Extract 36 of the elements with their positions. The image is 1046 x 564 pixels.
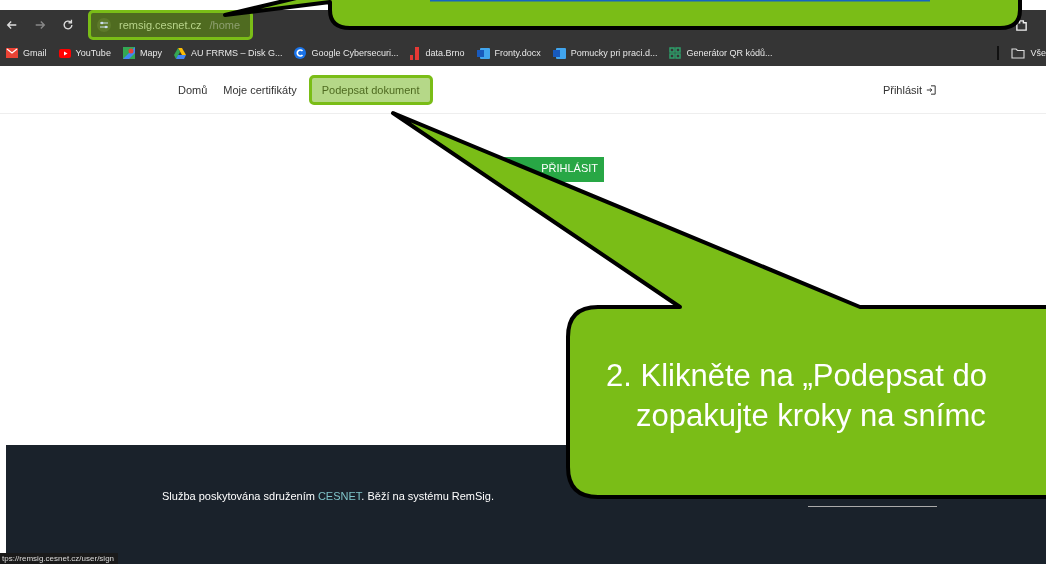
forward-icon[interactable]	[34, 19, 46, 31]
document-icon	[476, 47, 490, 59]
mail-icon	[6, 48, 18, 58]
bookmark[interactable]: Google Cybersecuri...	[294, 47, 399, 59]
bookmark[interactable]: Fronty.docx	[476, 47, 541, 59]
callout-text: 2. Klikněte na „Podepsat do	[606, 357, 987, 395]
map-icon	[122, 47, 135, 59]
footer-text: Služba poskytována sdružením CESNET. Běží na systému RemSig.	[162, 490, 494, 502]
back-icon[interactable]	[6, 19, 18, 31]
document-icon	[552, 47, 566, 59]
site-settings-icon[interactable]	[97, 18, 111, 32]
bookmark[interactable]: Generátor QR kódů...	[669, 47, 773, 59]
login-icon	[926, 84, 936, 95]
address-bar[interactable]: remsig.cesnet.cz /home	[88, 10, 254, 40]
bar-chart-icon	[410, 46, 421, 60]
callout-text: zopakujte kroky na snímc	[635, 397, 987, 435]
play-icon	[58, 48, 71, 58]
login-link[interactable]: Přihlásit	[882, 83, 936, 96]
bookmark[interactable]: Pomucky pri praci.d...	[552, 47, 658, 59]
nav-link[interactable]: Podepsat dokument	[308, 74, 433, 105]
folder-icon	[1011, 47, 1026, 59]
nav-link[interactable]: Domů	[174, 75, 212, 104]
nav-link[interactable]: Moje certifikáty	[219, 75, 301, 104]
triangle-icon	[173, 47, 186, 59]
reload-icon[interactable]	[62, 19, 74, 31]
cesnet-link[interactable]: CESNET	[317, 490, 362, 502]
bookmark[interactable]: Mapy	[122, 47, 162, 59]
extensions-icon[interactable]	[1015, 18, 1028, 32]
bookmark[interactable]: YouTube	[58, 48, 111, 58]
bookmark[interactable]: data.Brno	[410, 46, 465, 60]
all-bookmarks[interactable]: Vše	[1011, 47, 1046, 59]
status-url: tps://remsig.cesnet.cz/user/sign	[0, 553, 119, 564]
bookmark[interactable]: AU FRRMS – Disk G...	[173, 47, 283, 59]
c-icon	[294, 47, 307, 59]
bookmark[interactable]: Gmail	[6, 48, 47, 58]
qr-code-icon	[669, 47, 682, 59]
